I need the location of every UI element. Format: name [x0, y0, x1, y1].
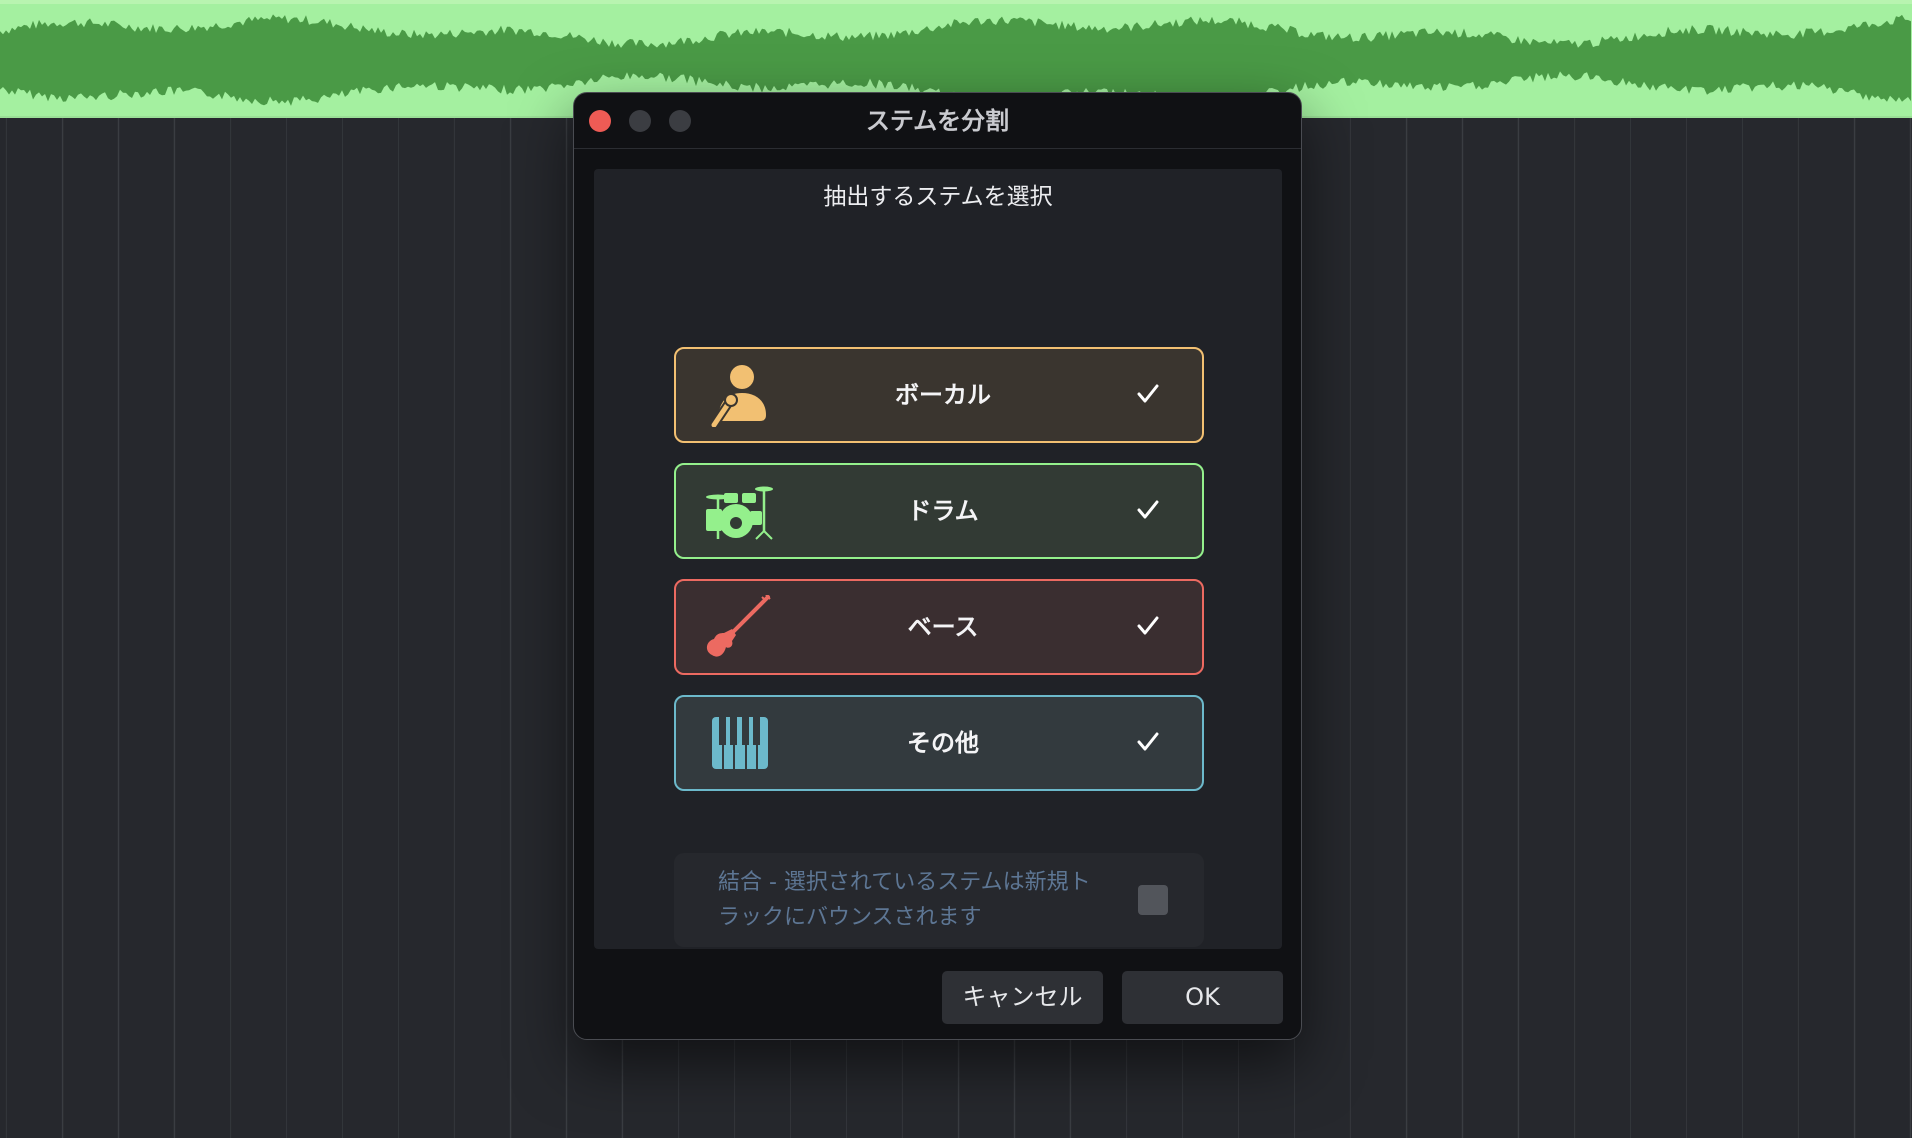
checkmark-icon	[1136, 498, 1160, 522]
stem-label-other: その他	[907, 729, 979, 757]
stem-option-vocals[interactable]: ボーカル	[674, 347, 1204, 443]
combine-description: 結合 - 選択されているステムは新規ト ラックにバウンスされます	[718, 865, 1118, 935]
stem-selection-panel: 抽出するステムを選択 ボーカル ドラム ベース その他 結合 - 選択されている…	[594, 169, 1282, 949]
split-stems-dialog: ステムを分割 抽出するステムを選択 ボーカル ドラム ベース その他 結合 - …	[573, 92, 1302, 1040]
stem-label-vocals: ボーカル	[895, 381, 991, 409]
checkmark-icon	[1136, 382, 1160, 406]
stem-option-other[interactable]: その他	[674, 695, 1204, 791]
combine-checkbox[interactable]	[1138, 885, 1168, 915]
dialog-title: ステムを分割	[865, 107, 1010, 135]
combine-description-line-2: ラックにバウンスされます	[718, 905, 982, 930]
stem-option-bass[interactable]: ベース	[674, 579, 1204, 675]
checkmark-icon	[1136, 730, 1160, 754]
combine-description-line-1: 結合 - 選択されているステムは新規ト	[718, 870, 1091, 895]
cancel-button[interactable]: キャンセル	[942, 971, 1103, 1024]
stem-label-bass: ベース	[907, 613, 979, 641]
dialog-titlebar[interactable]: ステムを分割	[574, 93, 1301, 149]
stem-option-drums[interactable]: ドラム	[674, 463, 1204, 559]
combine-stems-option: 結合 - 選択されているステムは新規ト ラックにバウンスされます	[674, 853, 1204, 947]
stem-label-drums: ドラム	[907, 497, 979, 525]
checkmark-icon	[1136, 614, 1160, 638]
ok-button[interactable]: OK	[1122, 971, 1283, 1024]
section-heading: 抽出するステムを選択	[823, 184, 1053, 210]
